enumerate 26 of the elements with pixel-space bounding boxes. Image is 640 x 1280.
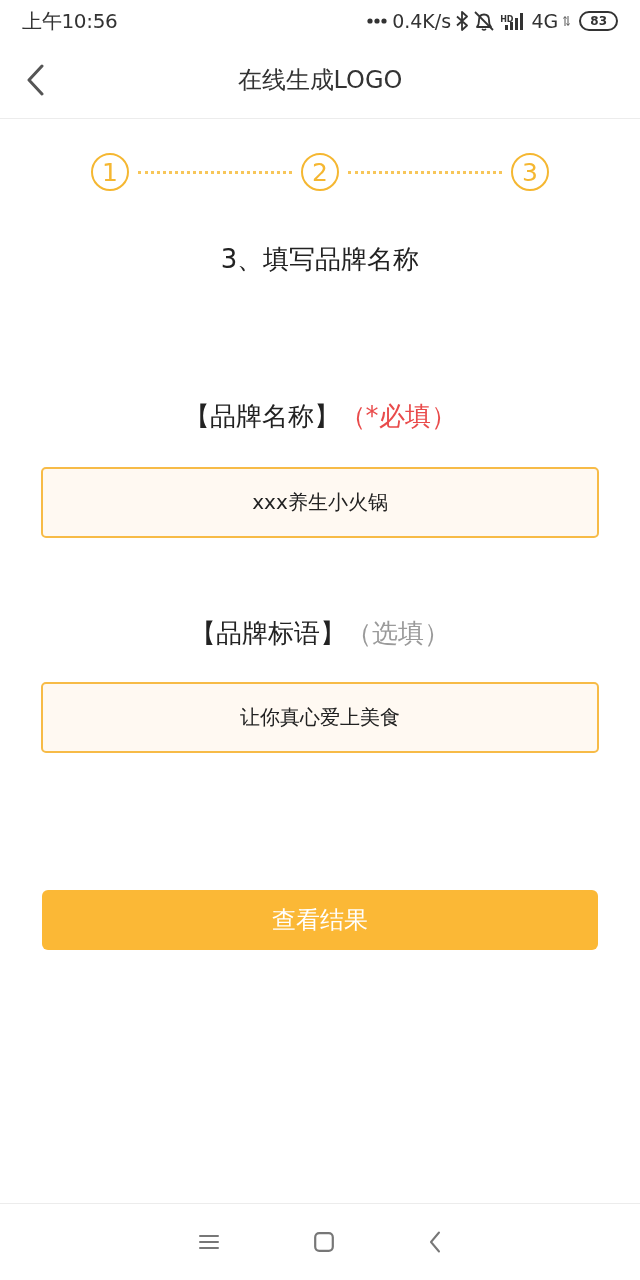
menu-icon [199,1234,219,1250]
bell-off-icon [473,11,496,31]
input-field[interactable]: 让你真心爱上美食 [41,682,599,753]
back-chevron-icon [429,1231,441,1253]
field-label: 【品牌名称】（*必填） [182,401,458,432]
more-dots-icon [367,18,388,24]
network-type: 4G [531,8,559,34]
battery-indicator: 83 [579,11,618,31]
network-speed: 0.4K/s [392,8,452,34]
data-arrows-icon [563,15,571,27]
square-icon [314,1232,334,1252]
field-label: 【品牌标语】（选填） [189,618,451,649]
step-number: 2 [301,153,339,191]
menu-button[interactable] [199,1234,219,1250]
hd-label: HD [500,15,514,24]
step-number: 3 [511,153,549,191]
step-number: 1 [91,153,129,191]
bluetooth-icon [456,11,469,31]
status-time: 上午10:56 [22,8,118,35]
home-button[interactable] [314,1232,334,1252]
input-field[interactable]: xxx养生小火锅 [41,467,599,538]
step-heading: 3、填写品牌名称 [219,244,421,275]
back-chevron-icon [26,64,44,96]
page-title: 在线生成LOGO [237,66,403,94]
back-button[interactable] [26,64,44,96]
system-back-button[interactable] [429,1231,441,1253]
